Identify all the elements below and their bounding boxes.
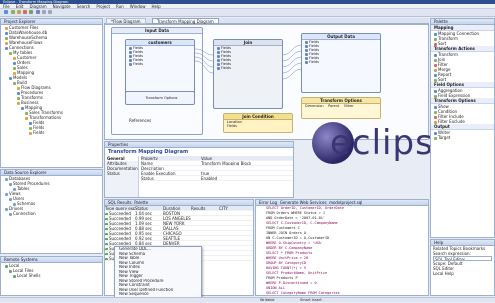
status-insert: Smart Insert: [300, 298, 322, 302]
context-menu-label: Generate DDL...: [119, 247, 152, 251]
properties-title: Transform Mapping Diagram: [108, 149, 189, 155]
context-menu-label: New Column: [119, 260, 145, 265]
property-value: Enabled: [201, 176, 218, 181]
help-result-2[interactable]: Local Help: [431, 271, 494, 276]
project-explorer: Project Explorer Customer Files DataWareh…: [0, 18, 103, 168]
tab-error-log[interactable]: Error Log: [259, 200, 277, 205]
context-menu-label: New Schema: [119, 251, 146, 256]
project-tree-label: Fields: [33, 130, 45, 135]
context-menu-label: New Trigger: [119, 274, 143, 278]
folder-icon: [9, 51, 12, 55]
remote-systems: Remote Systems Local Local Files Local She…: [0, 256, 103, 296]
main-toolbar: [0, 9, 495, 17]
help-view: Help Related Topics Bookmarks Search exp…: [430, 239, 495, 296]
data-source-label: Connection: [13, 211, 36, 216]
context-menu-label: New Table: [119, 256, 140, 260]
folder-icon: [25, 116, 28, 120]
status-bar: Writable Smart Insert: [0, 297, 495, 302]
context-menu: Generate DDL... New Schema New Table New Co…: [114, 246, 202, 300]
database-icon: [9, 197, 12, 201]
folder-icon: [21, 106, 24, 110]
database-icon: [5, 192, 8, 196]
project-tree-item[interactable]: Fields: [1, 130, 102, 135]
properties-sections: General Attributes Documentation Status: [105, 156, 139, 197]
tab-sql-file[interactable]: modelproject.sql: [329, 200, 362, 205]
context-menu-label: New Sequence: [119, 292, 149, 296]
search-icon[interactable]: [35, 10, 40, 14]
data-source-tree: Databases Stored Procedures Tables Views Use…: [1, 176, 102, 216]
forward-icon[interactable]: [48, 10, 53, 14]
save-icon[interactable]: [10, 10, 15, 14]
context-menu-label: New Index: [119, 265, 141, 269]
computer-icon: [13, 274, 16, 278]
database-icon: [5, 177, 8, 181]
remote-system-label: Local Shells: [17, 273, 41, 278]
computer-icon: [5, 264, 8, 268]
database-icon: [5, 207, 8, 211]
data-source-item[interactable]: Connection: [1, 211, 102, 216]
palette-item[interactable]: Target: [431, 135, 494, 140]
folder-icon: [13, 81, 16, 85]
property-name: Status: [141, 176, 154, 181]
properties-table: Property Value Name Transform Mapping Bloc…: [141, 156, 293, 181]
tab-sql-results[interactable]: SQL Results: [108, 200, 132, 205]
run-icon[interactable]: [29, 10, 34, 14]
project-tree: Customer Files DataWarehouse.db WarehouseS…: [1, 25, 102, 135]
folder-icon: [29, 131, 32, 135]
context-menu-label: New User Defined Function: [119, 287, 174, 292]
tool-icon: [434, 136, 437, 140]
back-icon[interactable]: [41, 10, 46, 14]
folder-icon: [9, 76, 12, 80]
debug-icon[interactable]: [23, 10, 28, 14]
remote-system-item[interactable]: Local Shells: [1, 273, 102, 278]
tab-generate-ws[interactable]: Generate Web Services: [280, 200, 327, 205]
properties-view: Properties Transform Mapping Diagram Gen…: [104, 141, 294, 198]
computer-icon: [9, 269, 12, 273]
status-writable: Writable: [260, 298, 275, 302]
folder-icon: [5, 46, 8, 50]
print-icon[interactable]: [16, 10, 21, 14]
properties-section-3[interactable]: Status: [105, 171, 138, 176]
context-menu-label: New Constraint: [119, 283, 150, 287]
sql-code[interactable]: SELECT OrderID, CustomerID, OrderDate FR…: [256, 206, 428, 295]
properties-row[interactable]: Status Enabled: [141, 176, 293, 181]
sql-editor[interactable]: Error Log Generate Web Services modelpro…: [255, 199, 429, 296]
context-menu-label: New View: [119, 269, 139, 274]
tab-palette-bottom[interactable]: Palette: [134, 200, 148, 205]
database-icon: [9, 182, 12, 186]
database-icon: [9, 212, 12, 216]
remote-systems-tree: Local Local Files Local Shells: [1, 263, 102, 278]
data-source-explorer: Data Source Explorer Databases Stored Pro…: [0, 169, 103, 254]
new-icon[interactable]: [4, 10, 9, 14]
success-icon: [105, 257, 108, 260]
palette-item-label: Target: [438, 135, 451, 140]
folder-icon: [17, 101, 20, 105]
context-menu-label: New Stored Procedure: [119, 278, 164, 283]
right-palette: Palette Mapping Mapping Connection Transfo…: [430, 18, 495, 238]
